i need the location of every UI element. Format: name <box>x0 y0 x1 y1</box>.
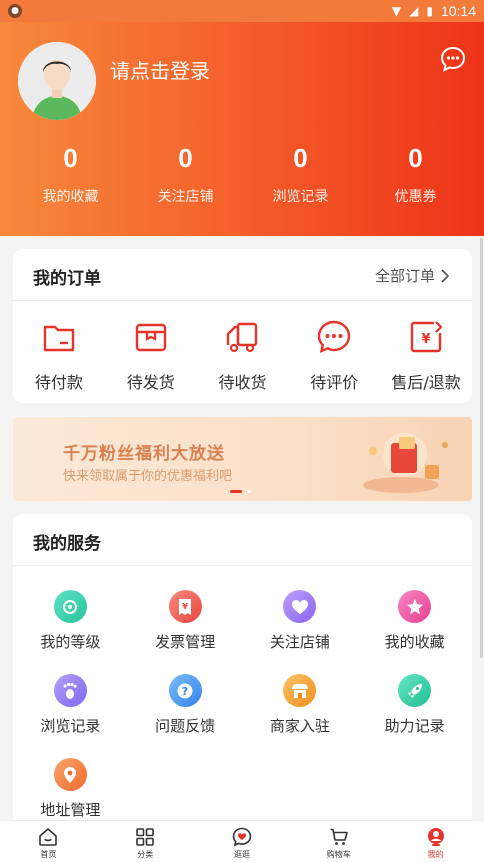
location-icon <box>53 758 87 791</box>
star-icon <box>398 590 432 623</box>
tab-label: 分类 <box>137 850 154 859</box>
stat-label: 关注店铺 <box>157 189 214 205</box>
service-label: 问题反馈 <box>155 717 216 735</box>
order-pending-review[interactable]: 待评价 <box>288 319 380 393</box>
service-label: 商家入驻 <box>269 717 330 735</box>
svg-text:¥: ¥ <box>422 332 431 347</box>
signal-icon: ◢ <box>409 4 419 18</box>
refund-icon: ¥ <box>410 321 443 353</box>
order-pending-payment[interactable]: 待付款 <box>13 319 105 393</box>
stat-label: 优惠券 <box>394 189 437 205</box>
service-label: 浏览记录 <box>40 717 101 735</box>
level-icon <box>53 590 87 623</box>
scrollbar[interactable] <box>480 238 483 658</box>
order-pending-receipt[interactable]: 待收货 <box>197 319 289 393</box>
stat-value: 0 <box>408 143 423 173</box>
cart-icon <box>330 828 348 845</box>
box-icon <box>135 323 166 352</box>
tab-label: 首页 <box>40 850 57 859</box>
svg-text:?: ? <box>182 685 188 698</box>
service-label: 助力记录 <box>384 717 445 735</box>
service-feedback[interactable]: ? 问题反馈 <box>128 674 243 758</box>
rocket-icon <box>398 674 432 707</box>
grid-icon <box>136 828 154 846</box>
service-label: 发票管理 <box>155 633 216 651</box>
status-bar: ● ▼ ◢ ▮ 10:14 <box>0 0 484 22</box>
chat-icon <box>318 320 351 354</box>
all-orders-label: 全部订单 <box>374 267 435 285</box>
carousel-dot-active <box>230 490 242 493</box>
service-merchant-join[interactable]: 商家入驻 <box>243 674 358 758</box>
message-icon[interactable] <box>440 46 466 72</box>
stat-history[interactable]: 0 浏览记录 <box>243 142 358 206</box>
stat-value: 0 <box>63 143 78 173</box>
wallet-icon <box>43 325 75 352</box>
footprint-icon <box>53 674 87 707</box>
stat-label: 浏览记录 <box>272 189 329 205</box>
battery-icon: ▮ <box>426 4 433 18</box>
clock: 10:14 <box>440 3 476 19</box>
service-label: 关注店铺 <box>269 633 330 651</box>
tab-category[interactable]: 分类 <box>97 821 194 862</box>
stat-favorites[interactable]: 0 我的收藏 <box>13 142 128 206</box>
all-orders-link[interactable]: 全部订单 <box>375 265 450 286</box>
order-label: 待收货 <box>218 373 267 392</box>
order-after-sales[interactable]: ¥ 售后/退款 <box>380 319 472 393</box>
order-label: 待发货 <box>126 373 175 392</box>
carousel-dot <box>247 490 251 493</box>
truck-icon <box>227 322 258 353</box>
bottom-tab-bar: 首页 分类 逛逛 购物车 我的 <box>0 820 484 862</box>
shop-icon <box>283 674 317 707</box>
question-icon: ? <box>168 674 202 707</box>
services-card: 我的服务 我的等级 ¥ 发票管理 关注店铺 我的收藏 浏览记录 ? 问题反馈 商… <box>13 514 472 834</box>
service-label: 我的收藏 <box>384 633 445 651</box>
order-label: 待付款 <box>34 373 83 392</box>
login-prompt[interactable]: 请点击登录 <box>110 55 210 84</box>
svg-text:¥: ¥ <box>182 602 188 611</box>
divider <box>13 300 472 301</box>
service-invoice[interactable]: ¥ 发票管理 <box>128 590 243 674</box>
heart-icon <box>283 590 317 623</box>
tab-home[interactable]: 首页 <box>0 821 97 862</box>
orders-title: 我的订单 <box>33 269 101 289</box>
service-followed-shops[interactable]: 关注店铺 <box>243 590 358 674</box>
notification-icon: ● <box>8 4 22 18</box>
invoice-icon: ¥ <box>168 590 202 623</box>
service-label: 我的等级 <box>40 633 101 651</box>
service-history[interactable]: 浏览记录 <box>13 674 128 758</box>
banner-title: 千万粉丝福利大放送 <box>63 444 225 464</box>
service-level[interactable]: 我的等级 <box>13 590 128 674</box>
stat-followed-shops[interactable]: 0 关注店铺 <box>128 142 243 206</box>
service-boost-records[interactable]: 助力记录 <box>357 674 472 758</box>
orders-card: 我的订单 全部订单 待付款 待发货 待收货 待评价 ¥ 售后/退款 <box>13 249 472 403</box>
tab-label: 我的 <box>427 850 444 859</box>
gift-illustration-icon <box>363 433 448 493</box>
order-label: 待评价 <box>310 373 359 392</box>
avatar[interactable] <box>18 42 96 120</box>
services-title: 我的服务 <box>33 534 101 554</box>
stat-value: 0 <box>293 143 308 173</box>
service-favorites[interactable]: 我的收藏 <box>357 590 472 674</box>
divider <box>13 565 472 566</box>
heart-bubble-icon <box>232 827 252 847</box>
order-pending-shipment[interactable]: 待发货 <box>105 319 197 393</box>
tab-cart[interactable]: 购物车 <box>290 821 387 862</box>
profile-icon <box>427 828 444 846</box>
order-label: 售后/退款 <box>391 373 461 392</box>
stat-label: 我的收藏 <box>42 189 99 205</box>
profile-header: 请点击登录 0 我的收藏 0 关注店铺 0 浏览记录 0 优惠券 <box>0 22 484 236</box>
tab-explore[interactable]: 逛逛 <box>194 821 291 862</box>
tab-label: 购物车 <box>326 850 351 859</box>
stat-value: 0 <box>178 143 193 173</box>
carousel-indicator <box>230 490 251 493</box>
promo-banner[interactable]: 千万粉丝福利大放送 快来领取属于你的优惠福利吧 <box>13 417 472 501</box>
home-icon <box>39 828 58 846</box>
banner-subtitle: 快来领取属于你的优惠福利吧 <box>63 469 233 484</box>
service-label: 地址管理 <box>40 801 101 819</box>
wifi-icon: ▼ <box>391 4 402 18</box>
stat-coupons[interactable]: 0 优惠券 <box>358 142 473 206</box>
tab-profile[interactable]: 我的 <box>387 821 484 862</box>
tab-label: 逛逛 <box>233 850 250 859</box>
chevron-right-icon <box>441 268 450 283</box>
